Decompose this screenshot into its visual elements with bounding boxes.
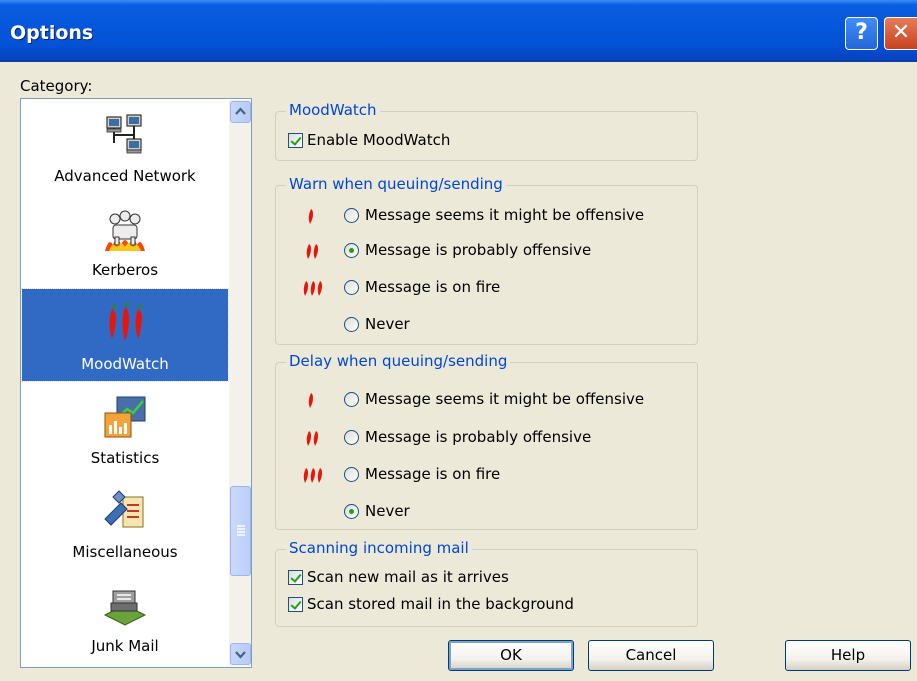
scroll-down-button[interactable]: [230, 643, 251, 665]
delay-option-might-offensive[interactable]: Message seems it might be offensive: [344, 390, 644, 408]
scanning-group: Scanning incoming mail Scan new mail as …: [275, 539, 698, 627]
category-item-moodwatch[interactable]: MoodWatch: [21, 288, 229, 382]
chevron-up-icon: [235, 107, 246, 115]
enable-moodwatch-checkbox[interactable]: Enable MoodWatch: [288, 131, 450, 149]
moodwatch-group: MoodWatch Enable MoodWatch: [275, 101, 698, 161]
two-peppers-icon: [306, 244, 318, 259]
category-scrollbar[interactable]: [229, 100, 251, 666]
category-item-statistics[interactable]: Statistics: [22, 383, 228, 475]
radio-button[interactable]: [344, 429, 359, 445]
checkbox-box[interactable]: [288, 132, 303, 148]
delay-group-title: Delay when queuing/sending: [286, 352, 511, 370]
category-label: Category:: [20, 77, 93, 95]
category-item-miscellaneous[interactable]: Miscellaneous: [22, 477, 228, 569]
radio-button[interactable]: [344, 207, 359, 223]
category-item-kerberos[interactable]: Kerberos: [22, 195, 228, 287]
chili-peppers-icon: [109, 301, 143, 341]
delay-option-never[interactable]: Never: [344, 502, 410, 520]
three-headed-dog-icon: [105, 210, 145, 251]
scroll-up-button[interactable]: [230, 101, 251, 123]
delay-option-probably-offensive[interactable]: Message is probably offensive: [344, 428, 591, 446]
radio-button[interactable]: [344, 391, 359, 407]
window-title: Options: [10, 22, 94, 44]
title-bar: Options ? ✕: [0, 0, 917, 62]
checkbox-box[interactable]: [288, 596, 303, 612]
close-button[interactable]: ✕: [884, 17, 917, 50]
help-title-button[interactable]: ?: [845, 17, 878, 50]
warn-option-probably-offensive[interactable]: Message is probably offensive: [344, 241, 591, 259]
warn-group: Warn when queuing/sending Message seems …: [275, 175, 698, 345]
scan-new-mail-checkbox[interactable]: Scan new mail as it arrives: [288, 568, 509, 586]
category-list[interactable]: Advanced Network Kerberos MoodWatch Stat…: [20, 98, 252, 668]
pepper-icon: [308, 393, 313, 408]
radio-button[interactable]: [344, 242, 359, 258]
network-computers-icon: [106, 114, 142, 154]
moodwatch-group-title: MoodWatch: [286, 101, 380, 119]
help-button[interactable]: Help: [785, 640, 911, 671]
category-item-advanced-network[interactable]: Advanced Network: [22, 101, 228, 193]
radio-button[interactable]: [344, 503, 359, 519]
chevron-down-icon: [235, 651, 246, 659]
scanning-group-title: Scanning incoming mail: [286, 539, 472, 557]
category-item-junk-mail[interactable]: Junk Mail: [22, 571, 228, 663]
pepper-icon: [308, 209, 313, 224]
checkbox-box[interactable]: [288, 569, 303, 585]
warn-option-on-fire[interactable]: Message is on fire: [344, 278, 500, 296]
tools-icon: [104, 490, 144, 528]
radio-button[interactable]: [344, 279, 359, 295]
warn-option-never[interactable]: Never: [344, 315, 410, 333]
cancel-button[interactable]: Cancel: [588, 640, 714, 671]
three-peppers-icon: [303, 281, 322, 296]
delay-option-on-fire[interactable]: Message is on fire: [344, 465, 500, 483]
radio-button[interactable]: [344, 466, 359, 482]
radio-button[interactable]: [344, 316, 359, 332]
two-peppers-icon: [306, 431, 318, 446]
scan-stored-mail-checkbox[interactable]: Scan stored mail in the background: [288, 595, 574, 613]
ok-button[interactable]: OK: [448, 640, 574, 671]
scroll-thumb[interactable]: [230, 486, 251, 576]
delay-group: Delay when queuing/sending Message seems…: [275, 352, 698, 530]
three-peppers-icon: [303, 468, 322, 483]
junk-mail-icon: [103, 590, 147, 626]
warn-group-title: Warn when queuing/sending: [286, 175, 506, 193]
bar-chart-icon: [104, 396, 146, 438]
warn-option-might-offensive[interactable]: Message seems it might be offensive: [344, 206, 644, 224]
